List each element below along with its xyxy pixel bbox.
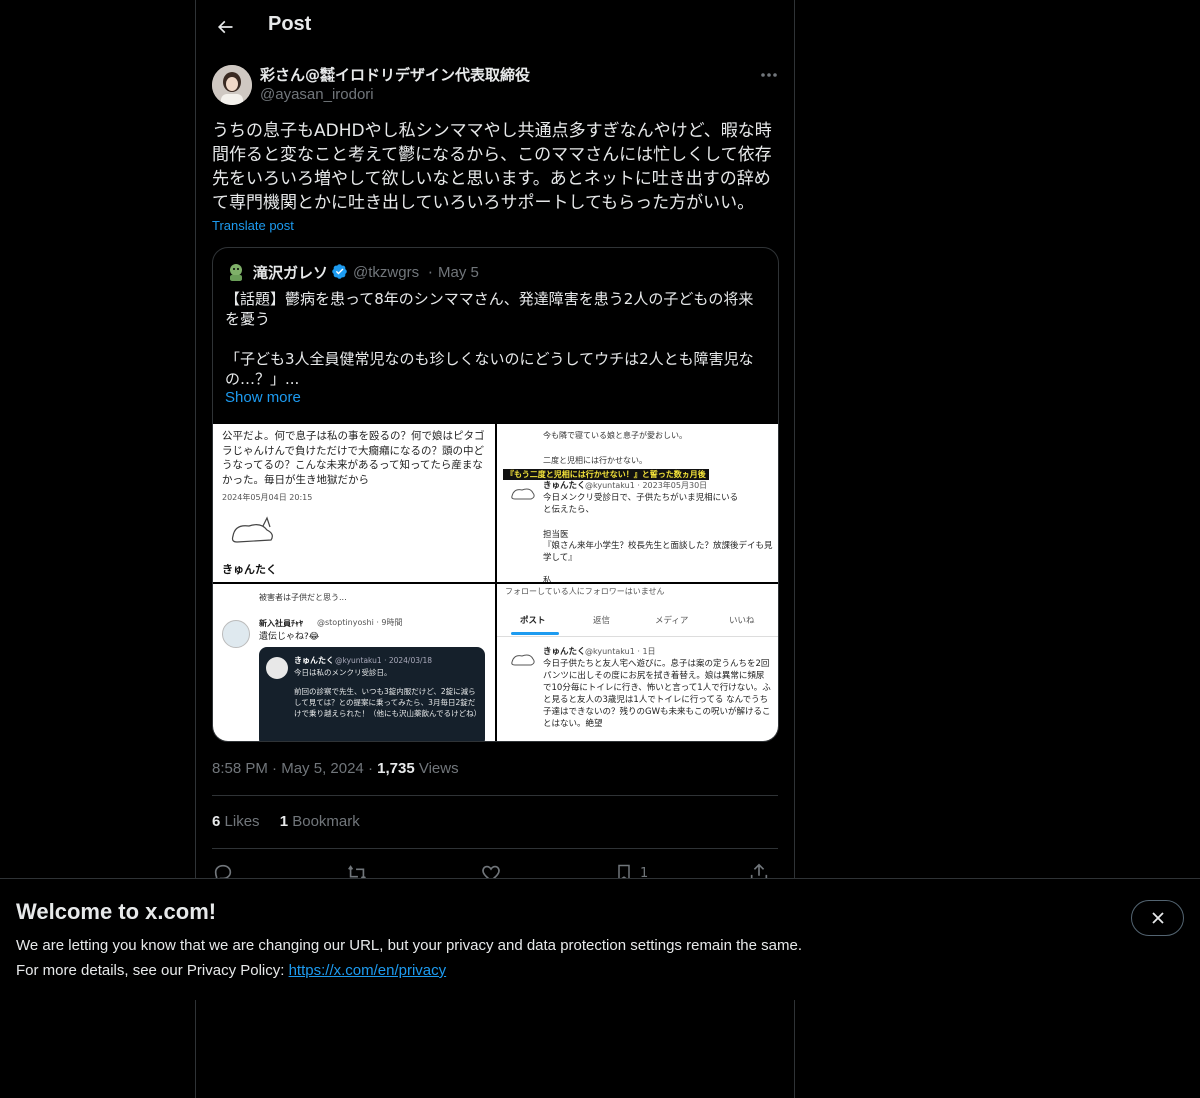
media-4-tab-indicator <box>511 632 559 635</box>
author-handle[interactable]: @ayasan_irodori <box>260 86 374 103</box>
more-options-button[interactable] <box>756 64 782 86</box>
media-3-inner-line1: 今日は私のメンクリ受診日。 <box>294 668 392 677</box>
media-2-banner: 『もう二度と児相には行かせない！』と誓った数ヵ月後 <box>503 469 709 480</box>
welcome-banner: Welcome to x.com! We are letting you kno… <box>0 878 1200 1000</box>
quote-text-line: 「子ども3人全員健常児なのも珍しくないのにどうしてウチは2人とも障害児なの…？」… <box>225 350 754 388</box>
arrow-left-icon <box>217 20 233 34</box>
cat-drawing-icon <box>231 516 273 543</box>
media-2-name: きゅんたく <box>543 481 586 491</box>
media-3-text: 遺伝じゃね?😂 <box>259 632 320 642</box>
quote-author-avatar <box>225 260 247 282</box>
quoted-post[interactable]: 滝沢ガレソ @tkzwgrs · May 5 【話題】鬱病を患って8年のシンママ… <box>212 247 779 742</box>
media-4-tab-replies: 返信 <box>593 616 611 626</box>
close-icon <box>1151 912 1164 924</box>
divider <box>212 848 778 849</box>
banner-title: Welcome to x.com! <box>16 899 217 924</box>
post-text: うちの息子もADHDやし私シンママやし共通点多すぎなんやけど、暇な時間作ると変な… <box>212 121 772 213</box>
post-date[interactable]: May 5, 2024 <box>281 760 364 777</box>
author-avatar[interactable] <box>212 65 252 105</box>
verified-badge-icon <box>332 264 347 279</box>
media-4-tab-media: メディア <box>655 616 689 626</box>
likes-label: Likes <box>224 813 260 830</box>
media-4-top: フォローしている人にフォロワーはいません <box>505 587 665 596</box>
back-button[interactable] <box>208 10 242 44</box>
page-title: Post <box>268 13 312 35</box>
media-4-tab-posts: ポスト <box>520 616 546 626</box>
bookmarks-label: Bookmark <box>292 813 360 830</box>
views-label: Views <box>418 760 459 777</box>
media-4-body: 今日子供たちと友人宅へ遊びに。息子は案の定うんちを2回パンツに出しその度にお尻を… <box>543 659 771 729</box>
likes-stat[interactable]: 6 Likes <box>212 813 260 830</box>
media-image-2[interactable]: 今も隣で寝ている娘と息子が愛おしい。 二度と児相には行かせない。 『もう二度と児… <box>497 424 778 582</box>
quote-date: May 5 <box>438 264 479 281</box>
media-image-4[interactable]: フォローしている人にフォロワーはいません ポスト 返信 メディア いいね きゅん… <box>497 584 778 741</box>
media-2-top1: 今も隣で寝ている娘と息子が愛おしい。 <box>543 431 687 440</box>
banner-privacy-line: For more details, see our Privacy Policy… <box>16 962 446 979</box>
translate-post-link[interactable]: Translate post <box>212 218 294 233</box>
banner-message: We are letting you know that we are chan… <box>16 937 802 954</box>
media-4-tab-likes: いいね <box>729 616 755 626</box>
likes-count: 6 <box>212 813 221 830</box>
media-1-text: 公平だよ。何で息子は私の事を殴るの？何で娘はピタゴラじゃんけんで負けただけで大癇… <box>222 430 485 486</box>
post-header: Post <box>196 0 796 53</box>
media-2-body: 今日メンクリ受診日で、子供たちがいま児相にいると伝えたら、 <box>543 493 739 515</box>
media-2-tail: 私 <box>543 576 552 582</box>
more-icon <box>761 73 777 77</box>
author-name[interactable]: 彩さん@㍿イロドリデザイン代表取締役 <box>260 64 530 85</box>
bookmarks-count: 1 <box>279 813 289 830</box>
media-grid: 公平だよ。何で息子は私の事を殴るの？何で娘はピタゴラじゃんけんで負けただけで大癇… <box>213 424 778 741</box>
quote-author-name: 滝沢ガレソ <box>253 264 329 282</box>
media-1-signature: きゅんたく <box>222 563 277 576</box>
media-2-top2: 二度と児相には行かせない。 <box>543 456 647 465</box>
post-time[interactable]: 8:58 PM <box>212 760 268 777</box>
banner-close-button[interactable] <box>1131 900 1184 936</box>
quote-text: 【話題】鬱病を患って8年のシンママさん、発達障害を患う2人の子どもの将来を憂う … <box>225 289 765 389</box>
post-meta: 8:58 PM · May 5, 2024 · 1,735 Views <box>212 760 459 777</box>
views-count: 1,735 <box>377 760 415 777</box>
media-2-quote: 『娘さん来年小学生？校長先生と面談した？放課後デイも見学して』 <box>543 541 773 563</box>
media-3-inner-line2: 前回の診察で先生、いつも3錠内服だけど、2錠に減らして見ては？との提案に乗ってみ… <box>294 687 482 718</box>
media-3-name: 新入社員ﾁｬﾔ <box>259 619 303 628</box>
media-3-inner-avatar <box>266 657 288 679</box>
bookmarks-stat[interactable]: 1 Bookmark <box>280 813 360 830</box>
divider <box>212 795 778 796</box>
media-3-avatar <box>222 620 250 648</box>
banner-privacy-prefix: For more details, see our Privacy Policy… <box>16 962 289 979</box>
media-3-inner-card: きゅんたく @kyuntaku1 · 2024/03/18 今日は私のメンクリ受… <box>259 647 485 741</box>
media-3-handle: @stoptinyoshi · 9時間 <box>317 618 403 627</box>
media-4-handle: @kyuntaku1 · 1日 <box>585 647 656 656</box>
privacy-policy-link[interactable]: https://x.com/en/privacy <box>289 962 447 979</box>
quote-author-handle: @tkzwgrs <box>353 264 420 281</box>
quote-separator: · <box>428 264 433 282</box>
media-image-3[interactable]: 被害者は子供だと思う... 新入社員ﾁｬﾔ @stoptinyoshi · 9時… <box>213 584 495 741</box>
post-stats: 6 Likes 1 Bookmark <box>212 813 360 830</box>
media-4-name: きゅんたく <box>543 647 586 657</box>
cat-avatar-icon <box>511 654 535 666</box>
media-image-1[interactable]: 公平だよ。何で息子は私の事を殴るの？何で娘はピタゴラじゃんけんで負けただけで大癇… <box>213 424 495 582</box>
quote-text-line: 【話題】鬱病を患って8年のシンママさん、発達障害を患う2人の子どもの将来を憂う <box>225 290 754 328</box>
show-more-link[interactable]: Show more <box>225 389 301 406</box>
media-1-date: 2024年05月04日 20:15 <box>222 493 313 502</box>
media-2-handle: @kyuntaku1 · 2023年05月30日 <box>585 481 708 490</box>
cat-avatar-icon <box>511 488 535 500</box>
media-3-top: 被害者は子供だと思う... <box>259 593 347 602</box>
